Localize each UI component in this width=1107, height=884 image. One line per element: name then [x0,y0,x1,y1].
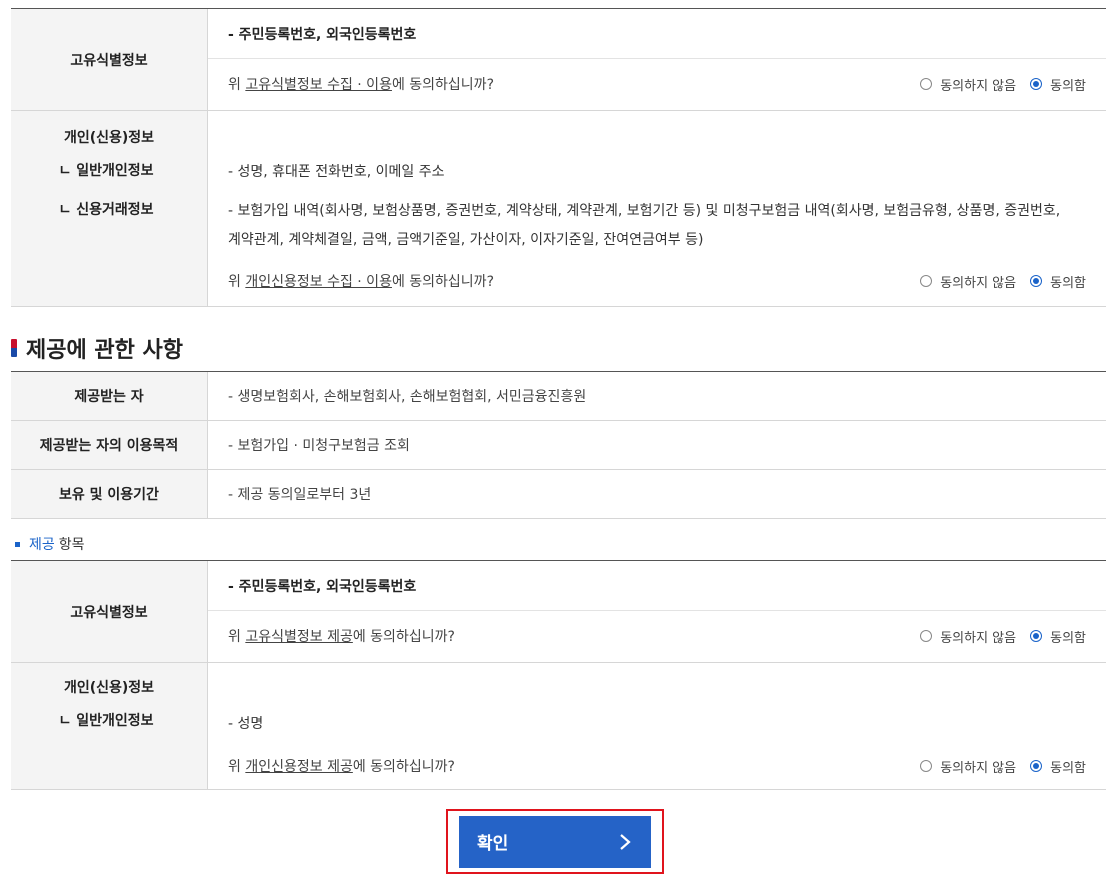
row-header: 제공받는 자의 이용목적 [11,421,208,469]
row-personal-credit: 개인(신용)정보 ㄴ 일반개인정보 - 성명 위 개인신용정보 제공에 동의하십… [11,663,1106,790]
bullet-square-icon [15,541,20,547]
row-retention: 보유 및 이용기간 - 제공 동의일로부터 3년 [11,470,1106,519]
row-header: 개인(신용)정보 [63,130,155,146]
consent-question: 위 고유식별정보 제공에 동의하십니까? [228,629,455,645]
disagree-radio[interactable] [920,760,933,772]
confirm-button[interactable]: 확인 [459,815,651,868]
consent-radio-group: 동의하지 않음 동의함 [920,757,1086,776]
row-header: 제공받는 자 [11,372,208,420]
detail-text: - 성명 [228,716,264,732]
detail-text: 계약관계, 계약체결일, 금액, 금액기준일, 가산이자, 이자기준일, 잔여연… [228,232,704,248]
detail-text: - 주민등록번호, 외국인등록번호 [208,561,1106,611]
disagree-radio[interactable] [920,275,933,287]
agree-radio[interactable] [1030,78,1043,90]
detail-text: - 성명, 휴대폰 전화번호, 이메일 주소 [228,164,445,180]
section-title: 제공에 관한 사항 [11,333,183,363]
chevron-right-icon [619,833,631,851]
row-header: 개인(신용)정보 [63,680,155,696]
sub-header: ㄴ 일반개인정보 [58,163,154,179]
row-header: 고유식별정보 [11,561,208,662]
provide-items-table: 고유식별정보 - 주민등록번호, 외국인등록번호 위 고유식별정보 제공에 동의… [11,560,1106,790]
sub-header: ㄴ 일반개인정보 [58,713,154,729]
collect-items-table: 고유식별정보 - 주민등록번호, 외국인등록번호 위 고유식별정보 수집 · 이… [11,8,1106,307]
row-unique-id: 고유식별정보 - 주민등록번호, 외국인등록번호 위 고유식별정보 수집 · 이… [11,9,1106,111]
consent-radio-group: 동의하지 않음 동의함 [920,627,1086,646]
consent-question: 위 개인신용정보 수집 · 이용에 동의하십니까? [228,274,494,290]
provide-items-label: 제공 항목 [15,534,85,554]
section-flag-icon [11,339,17,357]
row-value: - 제공 동의일로부터 3년 [228,487,372,503]
row-unique-id: 고유식별정보 - 주민등록번호, 외국인등록번호 위 고유식별정보 제공에 동의… [11,561,1106,663]
consent-question: 위 고유식별정보 수집 · 이용에 동의하십니까? [228,77,494,93]
consent-question: 위 개인신용정보 제공에 동의하십니까? [228,759,455,775]
agree-radio[interactable] [1030,760,1043,772]
consent-radio-group: 동의하지 않음 동의함 [920,75,1086,94]
consent-radio-group: 동의하지 않음 동의함 [920,272,1086,291]
agree-radio[interactable] [1030,630,1043,642]
sub-header: ㄴ 신용거래정보 [58,202,154,218]
row-value: - 생명보험회사, 손해보험회사, 손해보험협회, 서민금융진흥원 [228,389,587,405]
row-recipient: 제공받는 자 - 생명보험회사, 손해보험회사, 손해보험협회, 서민금융진흥원 [11,372,1106,421]
row-header: 보유 및 이용기간 [11,470,208,518]
detail-text: - 주민등록번호, 외국인등록번호 [208,9,1106,59]
disagree-radio[interactable] [920,630,933,642]
confirm-highlight: 확인 [446,809,664,874]
row-personal-credit: 개인(신용)정보 ㄴ 일반개인정보 ㄴ 신용거래정보 - 성명, 휴대폰 전화번… [11,111,1106,307]
row-value: - 보험가입 · 미청구보험금 조회 [228,438,410,454]
agree-radio[interactable] [1030,275,1043,287]
provision-table: 제공받는 자 - 생명보험회사, 손해보험회사, 손해보험협회, 서민금융진흥원… [11,371,1106,519]
detail-text: - 보험가입 내역(회사명, 보험상품명, 증권번호, 계약상태, 계약관계, … [228,203,1061,219]
disagree-radio[interactable] [920,78,933,90]
row-purpose: 제공받는 자의 이용목적 - 보험가입 · 미청구보험금 조회 [11,421,1106,470]
row-header: 고유식별정보 [11,9,208,110]
